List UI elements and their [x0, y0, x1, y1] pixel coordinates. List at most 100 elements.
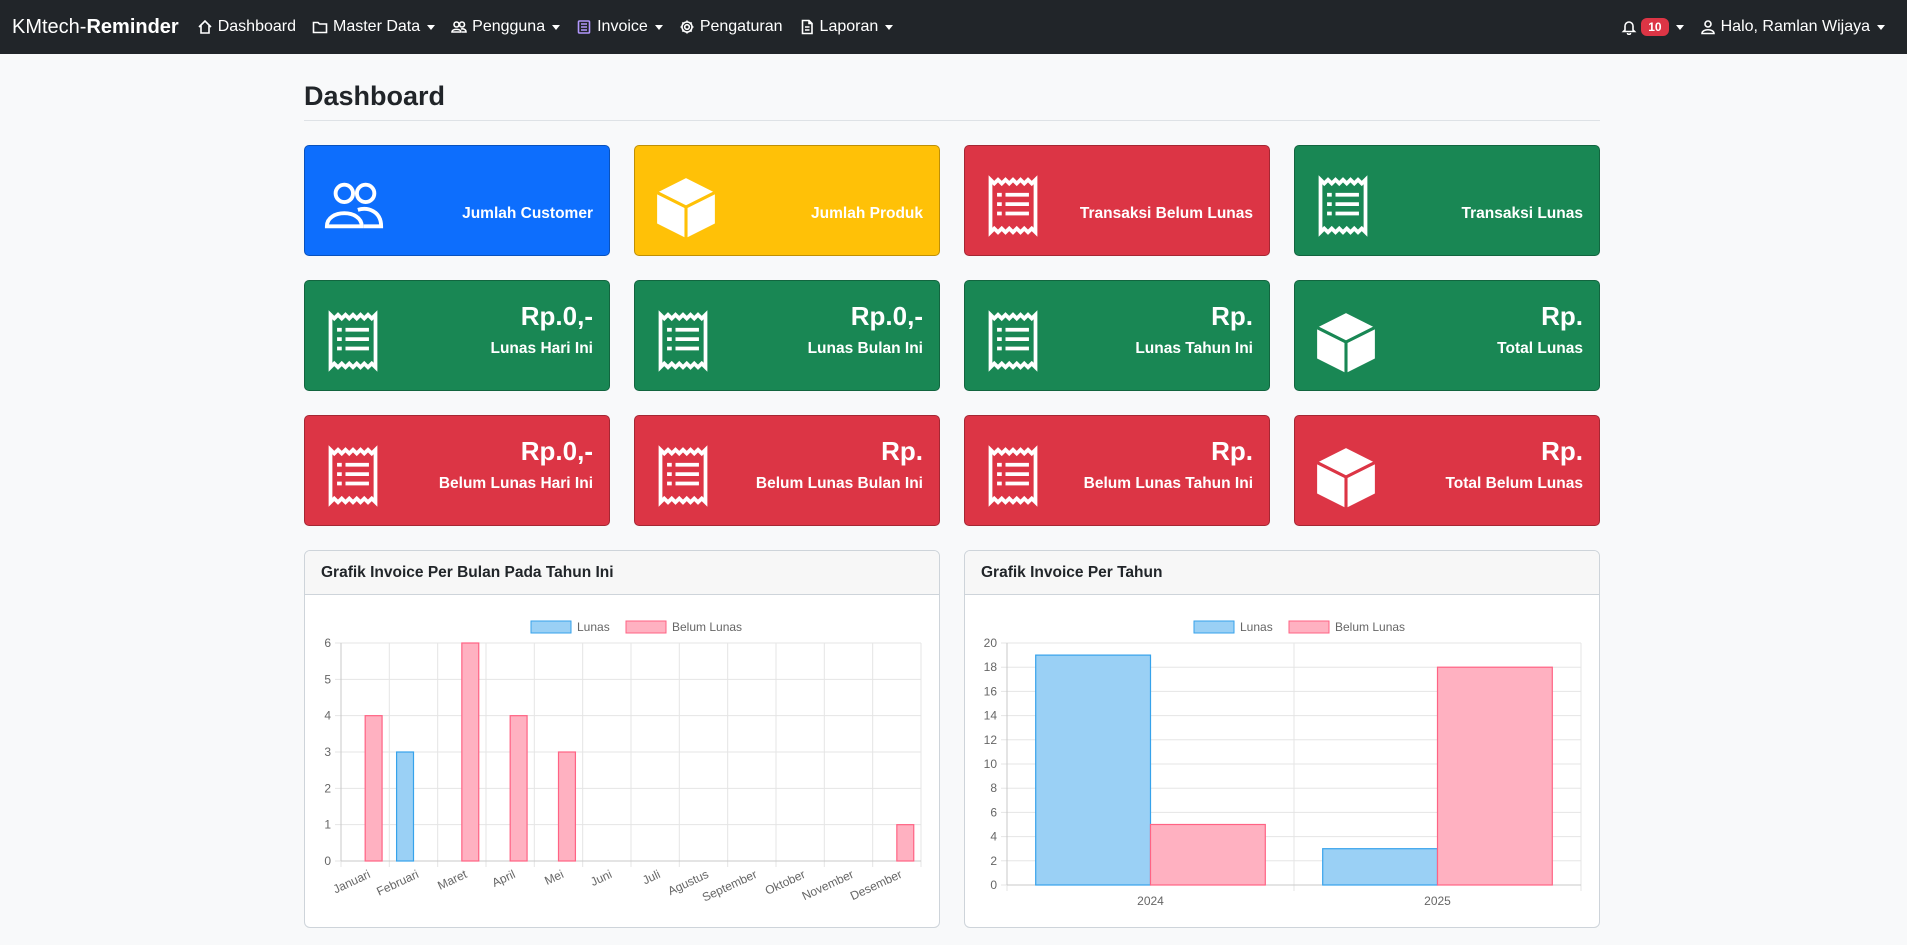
top-navbar: KMtech-Reminder Dashboard Master Data Pe… [0, 0, 1907, 54]
chevron-down-icon [1877, 24, 1885, 30]
chevron-down-icon [1675, 24, 1684, 30]
y-tick-label: 2 [324, 781, 331, 795]
receipt-icon [1313, 174, 1375, 237]
page-title: Dashboard [304, 81, 1600, 121]
people-icon [451, 21, 467, 33]
bar [1035, 654, 1152, 886]
nav-pengguna-label: Pengguna [472, 18, 546, 35]
x-tick-label: November [800, 867, 856, 903]
legend-swatch [1193, 620, 1235, 634]
stat-label: Jumlah Produk [811, 205, 923, 222]
users-icon [323, 174, 385, 236]
stat-label: Lunas Tahun Ini [1135, 340, 1253, 357]
user-menu[interactable]: Halo, Ramlan Wijaya [1700, 18, 1885, 36]
x-tick-label: Januari [331, 867, 373, 896]
stat-card[interactable]: Rp. Belum Lunas Tahun Ini [964, 415, 1270, 526]
nav-laporan-label: Laporan [819, 18, 879, 35]
x-tick-label: Maret [435, 867, 469, 893]
folder-icon [312, 21, 328, 34]
x-tick-label: Mei [542, 867, 565, 888]
chevron-down-icon [552, 24, 561, 30]
stat-card[interactable]: Rp.0,- Lunas Bulan Ini [634, 280, 940, 391]
box-icon [1313, 309, 1376, 373]
nav-pengguna[interactable]: Pengguna [451, 18, 561, 36]
y-tick-label: 0 [990, 878, 997, 892]
nav-dashboard[interactable]: Dashboard [197, 18, 296, 36]
x-tick-label: 2025 [1424, 894, 1451, 908]
receipt-icon [653, 309, 715, 372]
y-tick-label: 12 [984, 733, 998, 747]
stat-card[interactable]: Jumlah Produk [634, 145, 940, 256]
yearly-chart-title: Grafik Invoice Per Tahun [965, 551, 1599, 595]
legend-swatch [1288, 620, 1330, 634]
stat-label: Belum Lunas Hari Ini [438, 475, 593, 492]
y-tick-label: 8 [990, 781, 997, 795]
legend-label: Belum Lunas [1335, 620, 1405, 634]
chevron-down-icon [885, 24, 894, 30]
y-tick-label: 18 [984, 660, 998, 674]
stat-amount: Rp. [1211, 301, 1253, 331]
monthly-chart-card: Grafik Invoice Per Bulan Pada Tahun Ini … [304, 550, 940, 928]
stat-card[interactable]: Transaksi Belum Lunas [964, 145, 1270, 256]
nav-laporan[interactable]: Laporan [799, 18, 894, 36]
x-tick-label: Februari [374, 867, 420, 899]
bar [557, 751, 577, 862]
stat-card[interactable]: Transaksi Lunas [1294, 145, 1600, 256]
y-tick-label: 2 [990, 854, 997, 868]
file-icon [801, 19, 813, 35]
x-tick-label: Juli [640, 867, 662, 887]
stat-card[interactable]: Rp.0,- Belum Lunas Hari Ini [304, 415, 610, 526]
stat-label: Transaksi Belum Lunas [1079, 205, 1253, 222]
charts-row: Grafik Invoice Per Bulan Pada Tahun Ini … [304, 550, 1600, 928]
y-tick-label: 4 [990, 830, 997, 844]
y-tick-label: 6 [324, 636, 331, 650]
bell-icon [1621, 21, 1637, 35]
notification-dropdown[interactable]: 10 [1621, 18, 1684, 36]
stat-card[interactable]: Rp. Lunas Tahun Ini [964, 280, 1270, 391]
nav-master-data[interactable]: Master Data [312, 18, 436, 36]
nav-pengaturan-label: Pengaturan [699, 18, 783, 35]
stat-card[interactable]: Rp. Total Lunas [1294, 280, 1600, 391]
home-icon [198, 19, 212, 34]
stat-label: Lunas Hari Ini [490, 340, 594, 357]
y-tick-label: 4 [324, 709, 331, 723]
brand-bold: Reminder [86, 15, 179, 38]
x-tick-label: 2024 [1137, 894, 1164, 908]
nav-invoice[interactable]: Invoice [576, 18, 663, 36]
stat-card[interactable]: Rp. Belum Lunas Bulan Ini [634, 415, 940, 526]
x-tick-label: September [700, 867, 759, 904]
legend-swatch [530, 620, 572, 634]
legend-label: Lunas [577, 620, 610, 634]
nav-pengaturan[interactable]: Pengaturan [679, 18, 783, 36]
nav-invoice-label: Invoice [597, 18, 648, 35]
bar [395, 751, 415, 862]
legend-swatch [625, 620, 667, 634]
monthly-invoice-chart: Lunas Belum Lunas 0 1 2 3 4 5 6 Januari Februari Ma… [324, 620, 922, 905]
user-icon [1700, 20, 1715, 35]
stat-amount: Rp. [1211, 436, 1253, 466]
receipt-icon [653, 444, 715, 507]
stat-card[interactable]: Jumlah Customer [304, 145, 610, 256]
stat-label: Transaksi Lunas [1461, 205, 1583, 222]
bar [1322, 848, 1439, 886]
receipt-icon [983, 309, 1045, 372]
brand-light: KMtech- [12, 15, 87, 38]
monthly-chart-title: Grafik Invoice Per Bulan Pada Tahun Ini [305, 551, 939, 595]
stat-label: Belum Lunas Tahun Ini [1083, 475, 1253, 492]
bar [896, 824, 915, 862]
stat-card[interactable]: Rp.0,- Lunas Hari Ini [304, 280, 610, 391]
stat-label: Jumlah Customer [462, 205, 593, 222]
y-tick-label: 10 [984, 757, 998, 771]
y-tick-label: 16 [984, 684, 998, 698]
brand-logo[interactable]: KMtech-Reminder [12, 16, 179, 39]
main-content: Dashboard Jumlah Customer Jumlah Produk Tr… [304, 54, 1600, 928]
stat-label: Total Lunas [1497, 340, 1583, 357]
stat-amount: Rp. [881, 436, 923, 466]
stat-amount: Rp. [1541, 301, 1583, 331]
stat-amount: Rp.0,- [520, 436, 593, 466]
stat-amount: Rp.0,- [520, 301, 593, 331]
stat-card[interactable]: Rp. Total Belum Lunas [1294, 415, 1600, 526]
y-tick-label: 1 [324, 818, 331, 832]
x-tick-label: April [490, 867, 518, 890]
bar [509, 715, 528, 862]
